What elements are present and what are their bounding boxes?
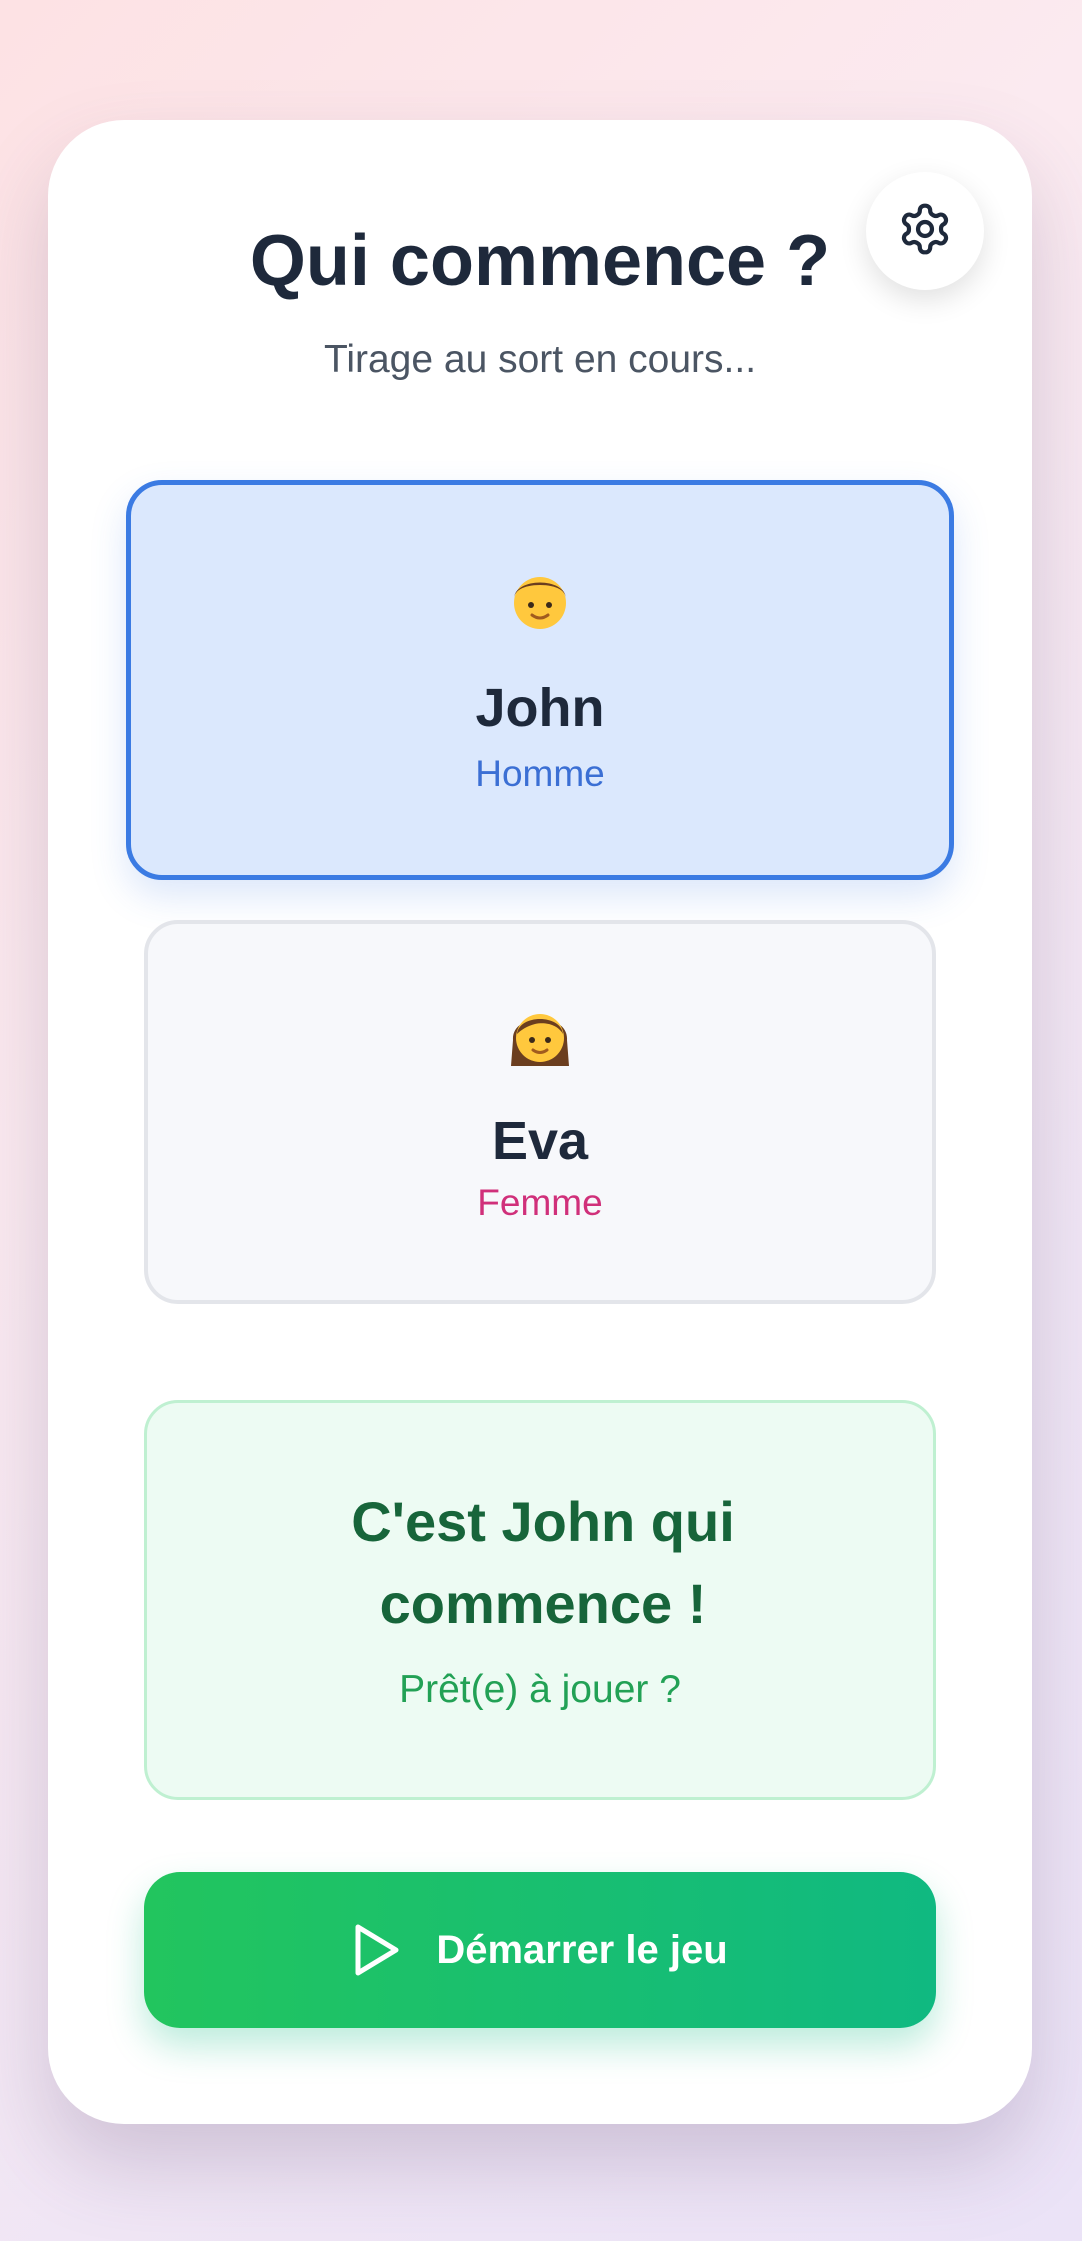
play-icon (352, 1922, 402, 1978)
result-panel: C'est John qui commence ! Prêt(e) à joue… (144, 1400, 936, 1800)
start-game-button[interactable]: Démarrer le jeu (144, 1872, 936, 2028)
player-card-john[interactable]: John Homme (126, 480, 954, 880)
main-card: Qui commence ? Tirage au sort en cours..… (48, 120, 1032, 2124)
page-title: Qui commence ? (249, 221, 831, 301)
page-subtitle: Tirage au sort en cours... (323, 338, 757, 381)
player-name: Eva (491, 1111, 589, 1171)
player-gender: Femme (477, 1182, 603, 1223)
player-name: John (475, 678, 605, 738)
result-message: C'est John qui commence ! (351, 1490, 735, 1635)
woman-avatar-icon (148, 1000, 932, 1088)
player-gender: Homme (475, 753, 605, 794)
player-card-eva[interactable]: Eva Femme (144, 920, 936, 1304)
man-avatar-icon (131, 565, 949, 653)
result-prompt: Prêt(e) à jouer ? (399, 1668, 681, 1711)
start-game-label: Démarrer le jeu (436, 1927, 728, 1972)
